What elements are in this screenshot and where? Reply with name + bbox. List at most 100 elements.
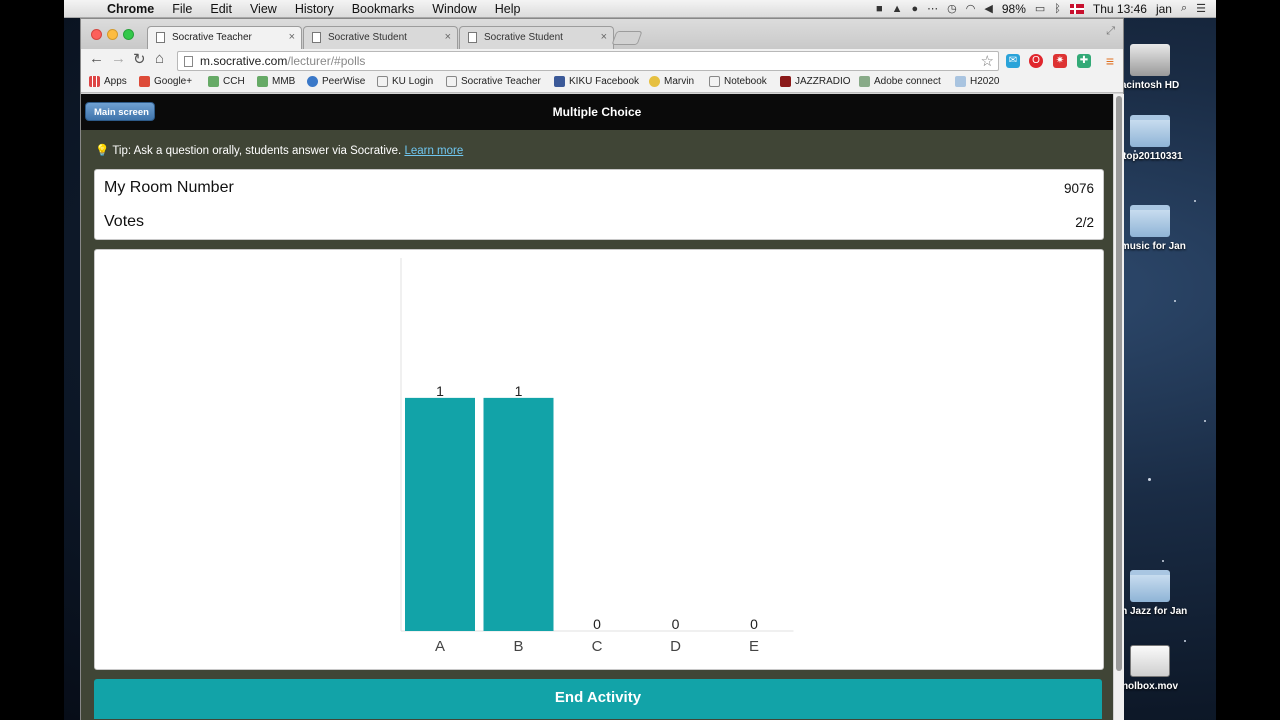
- bar-a: [405, 397, 475, 631]
- page-icon: [312, 32, 321, 43]
- address-bar[interactable]: m.socrative.com/lecturer/#polls ☆: [177, 51, 999, 71]
- tab-socrative-student-2[interactable]: Socrative Student ×: [459, 26, 614, 49]
- flag-icon[interactable]: [1069, 3, 1084, 14]
- image-icon: [257, 76, 268, 87]
- notification-icon[interactable]: ☰: [1196, 2, 1206, 15]
- page-icon: [184, 56, 193, 67]
- mac-menu-bar: Chrome File Edit View History Bookmarks …: [64, 0, 1216, 18]
- new-tab-button[interactable]: [611, 31, 643, 45]
- tick-label-c: C: [592, 638, 603, 655]
- bookmark-kiku-facebook[interactable]: KIKU Facebook: [554, 76, 639, 87]
- extension-icon[interactable]: ✉: [1006, 54, 1020, 68]
- votes-row: Votes 2/2: [104, 205, 1094, 239]
- tab-strip: Socrative Teacher × Socrative Student × …: [81, 19, 1123, 50]
- room-row: My Room Number 9076: [104, 171, 1094, 205]
- url-path: /lecturer/#polls: [287, 54, 366, 68]
- bookmark-google-plus[interactable]: Google+: [139, 76, 192, 87]
- image-icon: [859, 76, 870, 87]
- gear-extension-icon[interactable]: ✷: [1053, 54, 1067, 68]
- menu-file[interactable]: File: [163, 2, 201, 16]
- close-window-icon[interactable]: [91, 29, 102, 40]
- menu-bookmarks[interactable]: Bookmarks: [343, 2, 424, 16]
- google-plus-icon: [139, 76, 150, 87]
- menu-window[interactable]: Window: [423, 2, 485, 16]
- time-machine-icon[interactable]: ◷: [947, 2, 957, 15]
- bookmark-cch[interactable]: CCH: [208, 76, 245, 87]
- data-label-d: 0: [672, 616, 680, 632]
- dots-icon[interactable]: ⋯: [927, 2, 938, 15]
- tip-banner: 💡 Tip: Ask a question orally, students an…: [95, 143, 463, 157]
- sync-icon[interactable]: ●: [912, 3, 919, 15]
- camera-icon[interactable]: ■: [876, 3, 883, 15]
- room-label: My Room Number: [104, 179, 234, 196]
- folder-icon: [955, 76, 966, 87]
- bookmark-star-icon[interactable]: ☆: [981, 52, 994, 70]
- room-number: 9076: [1063, 180, 1094, 196]
- bluetooth-icon[interactable]: ᛒ: [1054, 3, 1061, 15]
- votes-label: Votes: [104, 213, 145, 230]
- bookmark-marvin[interactable]: Marvin: [649, 76, 694, 87]
- page-icon: [377, 76, 388, 87]
- forward-arrow-icon[interactable]: →: [111, 50, 126, 67]
- menu-history[interactable]: History: [286, 2, 343, 16]
- room-info-card: My Room Number 9076 Votes 2/2: [94, 169, 1104, 240]
- bookmark-peerwise[interactable]: PeerWise: [307, 76, 365, 87]
- tab-socrative-teacher[interactable]: Socrative Teacher ×: [147, 26, 302, 50]
- back-arrow-icon[interactable]: ←: [89, 50, 104, 67]
- spotlight-icon[interactable]: ⌕: [1181, 2, 1187, 15]
- bookmark-jazzradio[interactable]: JAZZRADIO: [780, 76, 851, 87]
- fullscreen-icon[interactable]: ⤢: [1106, 25, 1115, 38]
- results-chart-card: 1 A 1 B 0 C 0 D 0 E: [94, 249, 1104, 670]
- menu-edit[interactable]: Edit: [201, 2, 241, 16]
- jazzradio-icon: [780, 76, 791, 87]
- bookmark-notebook[interactable]: Notebook: [709, 76, 767, 87]
- end-activity-button[interactable]: End Activity: [94, 679, 1102, 719]
- menu-view[interactable]: View: [241, 2, 286, 16]
- reload-icon[interactable]: ↻: [133, 50, 146, 68]
- bar-b: [483, 397, 554, 631]
- bookmark-h2020[interactable]: H2020: [955, 76, 999, 87]
- page-icon: [468, 32, 477, 43]
- minimize-window-icon[interactable]: [107, 29, 118, 40]
- bookmark-ku-login[interactable]: KU Login: [377, 76, 433, 87]
- person-icon: [307, 76, 318, 87]
- menu-icon[interactable]: ≡: [1103, 54, 1117, 68]
- bookmark-apps[interactable]: Apps: [89, 76, 127, 87]
- learn-more-link[interactable]: Learn more: [404, 145, 463, 157]
- bookmark-socrative-teacher[interactable]: Socrative Teacher: [446, 76, 541, 87]
- close-tab-icon[interactable]: ×: [445, 31, 451, 43]
- bookmark-mmb[interactable]: MMB: [257, 76, 295, 87]
- battery-icon: ▭: [1034, 3, 1046, 15]
- close-tab-icon[interactable]: ×: [289, 31, 295, 43]
- tab-socrative-student[interactable]: Socrative Student ×: [303, 26, 458, 49]
- tick-label-b: B: [513, 638, 523, 655]
- data-label-a: 1: [436, 383, 444, 399]
- close-tab-icon[interactable]: ×: [601, 31, 607, 43]
- opera-icon[interactable]: O: [1029, 54, 1043, 68]
- menu-help[interactable]: Help: [486, 2, 530, 16]
- app-header: Main screen Multiple Choice: [81, 94, 1113, 130]
- clock[interactable]: Thu 13:46: [1093, 2, 1147, 16]
- scrollbar-thumb[interactable]: [1116, 96, 1122, 671]
- browser-toolbar: ← → ↻ ⌂ m.socrative.com/lecturer/#polls …: [81, 49, 1123, 73]
- puzzle-icon[interactable]: ✚: [1077, 54, 1091, 68]
- page-icon: [156, 32, 165, 43]
- bookmark-adobe-connect[interactable]: Adobe connect: [859, 76, 941, 87]
- drive-icon[interactable]: ▲: [892, 3, 903, 15]
- page-content: Main screen Multiple Choice 💡 Tip: Ask a …: [81, 94, 1113, 720]
- tip-text: Tip: Ask a question orally, students ans…: [112, 145, 402, 157]
- volume-icon[interactable]: ◀: [984, 2, 992, 15]
- tick-label-d: D: [670, 638, 681, 655]
- data-label-e: 0: [750, 616, 758, 632]
- zoom-window-icon[interactable]: [123, 29, 134, 40]
- home-icon[interactable]: ⌂: [155, 50, 164, 67]
- apps-grid-icon: [89, 76, 100, 87]
- battery-percent[interactable]: 98%: [1002, 2, 1026, 16]
- wifi-icon[interactable]: ◠: [966, 2, 976, 15]
- page-title: Multiple Choice: [552, 105, 642, 119]
- vertical-scrollbar[interactable]: [1113, 94, 1124, 720]
- main-screen-button[interactable]: Main screen: [85, 102, 155, 121]
- user-name[interactable]: jan: [1156, 2, 1172, 16]
- data-label-c: 0: [593, 616, 601, 632]
- menu-app-name[interactable]: Chrome: [98, 2, 163, 16]
